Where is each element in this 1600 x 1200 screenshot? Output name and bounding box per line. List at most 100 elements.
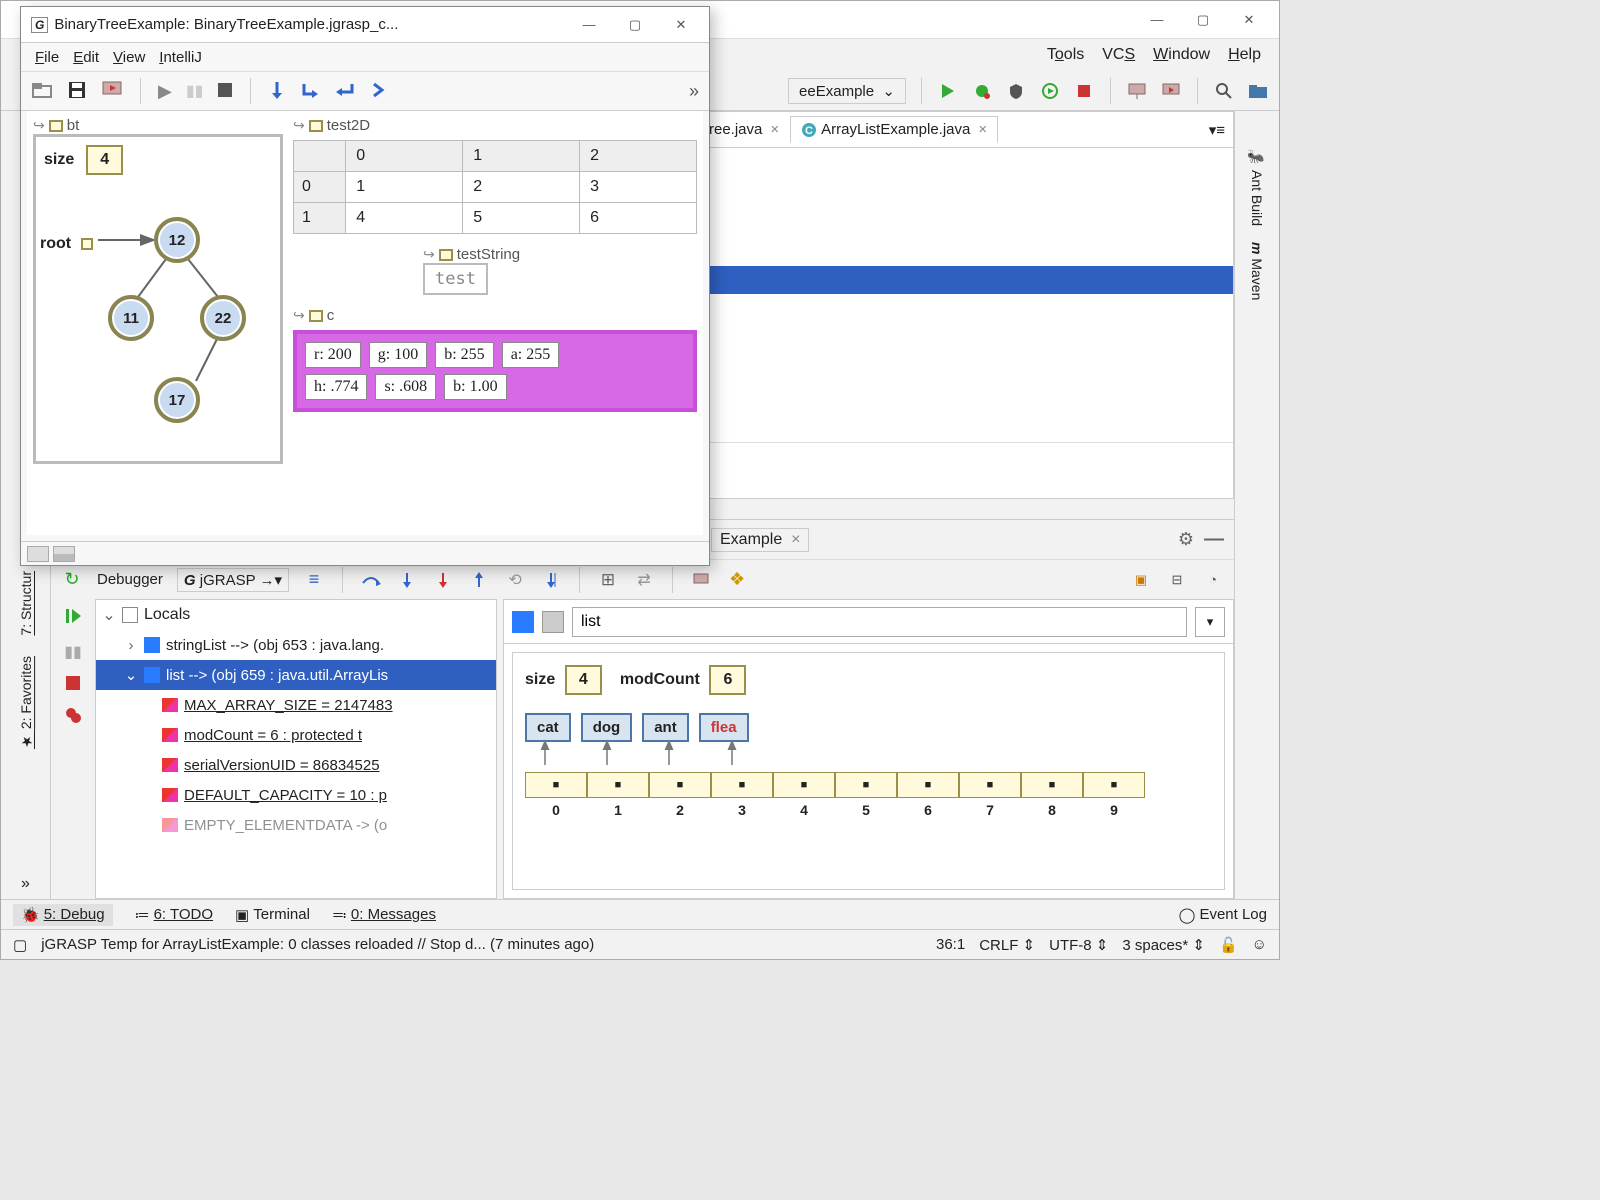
tree-node-12[interactable]: 12: [154, 217, 200, 263]
jg-minimize-icon[interactable]: —: [577, 15, 601, 35]
locals-field[interactable]: MAX_ARRAY_SIZE = 2147483: [96, 690, 496, 720]
jg-step-in-icon[interactable]: [300, 80, 320, 103]
canvas-small-icon[interactable]: [690, 569, 712, 591]
jg-menu-file[interactable]: File: [31, 49, 63, 66]
stop-icon[interactable]: [1073, 80, 1095, 102]
jg-maximize-icon[interactable]: ▢: [623, 15, 647, 35]
jg-run-canvas-icon[interactable]: [101, 80, 123, 103]
todo-tab[interactable]: ≔ 6: TODO: [135, 906, 213, 924]
export-icon[interactable]: ▣: [1130, 569, 1152, 591]
collapse-icon[interactable]: »: [15, 869, 36, 899]
debug-icon[interactable]: [971, 80, 993, 102]
maven-button[interactable]: m Maven: [1249, 234, 1265, 308]
jg-stop-icon[interactable]: [217, 82, 233, 101]
tree-node-11[interactable]: 11: [108, 295, 154, 341]
viewer-dropdown-icon[interactable]: ▾: [1195, 607, 1225, 637]
trace-icon[interactable]: ⇄: [633, 569, 655, 591]
jg-step-return-icon[interactable]: [334, 80, 356, 103]
messages-tab[interactable]: ≕ 0: Messages: [332, 906, 436, 924]
locals-field[interactable]: modCount = 6 : protected t: [96, 720, 496, 750]
array-slot[interactable]: ■: [525, 772, 587, 798]
canvas-icon[interactable]: [1126, 80, 1148, 102]
force-step-into-icon[interactable]: [432, 569, 454, 591]
run-config-combo[interactable]: eeExample ⌄: [788, 78, 906, 104]
debugger-tab[interactable]: Debugger: [97, 571, 163, 588]
jg-save-icon[interactable]: [67, 80, 87, 103]
test2d-grid[interactable]: 012 0123 1456: [293, 140, 697, 234]
jg-menu-edit[interactable]: Edit: [69, 49, 103, 66]
array-slot[interactable]: ■: [649, 772, 711, 798]
encoding[interactable]: UTF-8 ⇕: [1049, 936, 1108, 954]
array-slot[interactable]: ■: [773, 772, 835, 798]
array-slot[interactable]: ■: [1021, 772, 1083, 798]
jg-close-icon[interactable]: ✕: [669, 15, 693, 35]
evaluate-icon[interactable]: ⊞: [597, 569, 619, 591]
view-mode-icon[interactable]: [512, 611, 534, 633]
debug-tab[interactable]: 🐞 5: Debug: [13, 904, 113, 926]
menu-tools[interactable]: Tools: [1041, 44, 1090, 66]
inspector-icon[interactable]: ☺: [1252, 936, 1267, 953]
locals-entry[interactable]: ›stringList --> (obj 653 : java.lang.: [96, 630, 496, 660]
array-slot[interactable]: ■: [587, 772, 649, 798]
jg-menu-intellij[interactable]: IntelliJ: [155, 49, 206, 66]
minimize-panel-icon[interactable]: —: [1204, 528, 1224, 551]
search-icon[interactable]: [1213, 80, 1235, 102]
speedometer-icon[interactable]: ◔: [1202, 569, 1224, 591]
viewer-search-input[interactable]: [572, 607, 1187, 637]
jg-status-btn2[interactable]: [53, 546, 75, 562]
event-log-button[interactable]: ◯ Event Log: [1179, 906, 1267, 924]
jgrasp-titlebar[interactable]: GBinaryTreeExample: BinaryTreeExample.jg…: [21, 7, 709, 43]
menu-vcs[interactable]: VCS: [1096, 44, 1141, 66]
jg-pause-icon[interactable]: ▮▮: [186, 81, 204, 101]
folder-icon[interactable]: [1247, 80, 1269, 102]
array-item[interactable]: dog: [581, 713, 633, 742]
locals-field[interactable]: serialVersionUID = 86834525: [96, 750, 496, 780]
minimize-icon[interactable]: —: [1145, 10, 1169, 30]
lock-icon[interactable]: 🔓: [1219, 936, 1238, 954]
jg-status-btn1[interactable]: [27, 546, 49, 562]
favorites-tool-button[interactable]: ★ 2: Favorites: [18, 646, 34, 759]
pause-icon[interactable]: ▮▮: [64, 642, 82, 662]
run-icon[interactable]: [937, 80, 959, 102]
jgrasp-canvas[interactable]: ↪bt size 4 root 12 11 22 17 ↪t: [27, 111, 703, 535]
resume-icon[interactable]: [64, 607, 82, 628]
run-to-cursor-icon[interactable]: [540, 569, 562, 591]
jg-more-icon[interactable]: »: [689, 81, 699, 102]
caret-position[interactable]: 36:1: [936, 936, 965, 953]
step-out-icon[interactable]: [468, 569, 490, 591]
tab-menu-icon[interactable]: ▾≡: [1201, 121, 1233, 139]
tree-node-22[interactable]: 22: [200, 295, 246, 341]
array-item[interactable]: ant: [642, 713, 689, 742]
locals-entry-selected[interactable]: ⌄list --> (obj 659 : java.util.ArrayLis: [96, 660, 496, 690]
array-slot[interactable]: ■: [835, 772, 897, 798]
terminal-tab[interactable]: ▣ Terminal: [235, 906, 310, 924]
debug-config-name[interactable]: Example ×: [711, 528, 809, 552]
coverage-icon[interactable]: [1005, 80, 1027, 102]
menu-window[interactable]: Window: [1147, 44, 1216, 66]
array-slot[interactable]: ■: [711, 772, 773, 798]
close-icon[interactable]: ✕: [1237, 10, 1261, 30]
layers-icon[interactable]: ❖: [726, 569, 748, 591]
profile-icon[interactable]: [1039, 80, 1061, 102]
indent-setting[interactable]: 3 spaces* ⇕: [1122, 936, 1205, 954]
tree-node-17[interactable]: 17: [154, 377, 200, 423]
array-slot[interactable]: ■: [1083, 772, 1145, 798]
array-item[interactable]: flea: [699, 713, 749, 742]
locals-field[interactable]: EMPTY_ELEMENTDATA -> (o: [96, 810, 496, 840]
step-over-icon[interactable]: [360, 569, 382, 591]
line-separator[interactable]: CRLF ⇕: [979, 936, 1035, 954]
view-mode-alt-icon[interactable]: [542, 611, 564, 633]
locals-header[interactable]: ⌄Locals: [96, 600, 496, 630]
array-slot[interactable]: ■: [897, 772, 959, 798]
canvas-run-icon[interactable]: [1160, 80, 1182, 102]
viewer-canvas[interactable]: size 4 modCount 6 catdogantflea ■■■■■■■■…: [512, 652, 1225, 890]
jg-menu-view[interactable]: View: [109, 49, 149, 66]
maximize-icon[interactable]: ▢: [1191, 10, 1215, 30]
status-widget-icon[interactable]: ▢: [13, 936, 27, 954]
jg-open-icon[interactable]: [31, 81, 53, 102]
step-into-icon[interactable]: [396, 569, 418, 591]
jg-step-down-icon[interactable]: [268, 80, 286, 103]
jg-play-icon[interactable]: ▶: [158, 81, 172, 102]
close-tab-icon[interactable]: ×: [978, 121, 987, 138]
locals-field[interactable]: DEFAULT_CAPACITY = 10 : p: [96, 780, 496, 810]
